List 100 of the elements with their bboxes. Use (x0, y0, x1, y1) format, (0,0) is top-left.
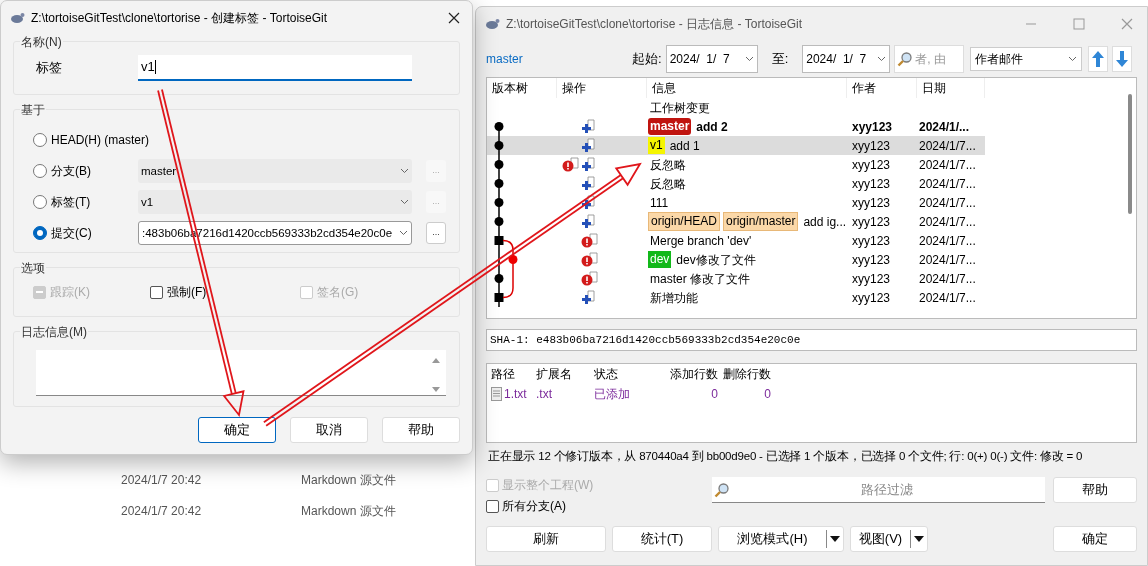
caret-icon (399, 229, 408, 236)
browse-button[interactable]: ... (426, 221, 446, 244)
file-type: Markdown 源文件 (301, 502, 396, 520)
author-cell-text: xyy123 (851, 270, 892, 288)
caret-icon (1068, 56, 1078, 62)
commit-message: add ig... (802, 213, 847, 231)
field-label: 标签 (36, 59, 63, 78)
branch-link[interactable]: master (486, 50, 632, 68)
column-header[interactable]: 扩展名 (532, 365, 590, 383)
commit-message: add 1 (668, 137, 700, 155)
window-title: Z:\tortoiseGitTest\clone\tortorise - 创建标签 - TortoiseGit (31, 10, 328, 27)
date-cell-text: 2024/1/... (918, 118, 971, 136)
caret-icon[interactable] (911, 535, 927, 543)
column-header[interactable]: 状态 (590, 365, 642, 383)
search-icon (714, 481, 730, 498)
group-label: 名称(N) (20, 33, 63, 51)
caret-icon (400, 198, 409, 205)
path-filter-field[interactable]: 路径过滤 (712, 477, 1045, 503)
column-header[interactable]: 路径 (487, 365, 532, 383)
radio-label: 分支(B) (51, 162, 91, 180)
added-lines: 0 (710, 386, 719, 403)
checkbox-label: 所有分支(A) (502, 498, 566, 515)
caret-icon (400, 167, 409, 174)
commit-message: dev修改了文件 (675, 251, 756, 269)
column-header[interactable]: 删除行数 (722, 365, 775, 383)
commit-message: Merge branch 'dev' (649, 232, 752, 250)
dialog-button[interactable]: 帮助 (382, 417, 460, 443)
checkbox-label: 显示整个工程(W) (502, 477, 594, 494)
date-picker[interactable]: 2024/ 1/ 7 (665, 45, 758, 73)
ok-button[interactable]: 确定 (1053, 526, 1137, 552)
file-date: 2024/1/7 20:42 (121, 471, 203, 489)
file-type: Markdown 源文件 (301, 471, 396, 489)
split-button[interactable]: 浏览模式(H) (718, 526, 844, 552)
toolbar-button[interactable]: 刷新 (486, 526, 606, 552)
author-cell-text: xyy123 (851, 175, 892, 193)
dialog-button[interactable]: 取消 (290, 417, 368, 443)
radio-button[interactable] (33, 163, 47, 178)
search-icon (897, 51, 914, 67)
status-text: 正在显示 12 个修订版本，从 870440a4 到 bb00d9e0 - 已选择 1 个版本，已选择 0 个文件; 行: 0(+) 0(-) 文件: 修改 = 0 (488, 449, 1083, 465)
commit-message: add 2 (695, 118, 728, 136)
radio-label: 提交(C) (51, 224, 92, 242)
author-cell-text: xyy123 (851, 194, 892, 212)
date-cell-text: 2024/1/7... (918, 137, 977, 155)
date-picker[interactable]: 2024/ 1/ 7 (802, 45, 891, 73)
date-cell-text: 2024/1/7... (918, 270, 977, 288)
radio-button[interactable] (33, 194, 47, 209)
ref-label: origin/HEAD (648, 212, 721, 231)
file-date: 2024/1/7 20:42 (121, 502, 203, 520)
radio-label: 标签(T) (51, 193, 91, 211)
file-extension: .txt (535, 386, 553, 403)
radio-label: HEAD(H) (master) (51, 131, 149, 149)
date-cell-text: 2024/1/7... (918, 156, 977, 174)
radio-button[interactable] (33, 132, 47, 147)
date-cell-text: 2024/1/7... (918, 251, 977, 269)
author-cell-text: xyy123 (851, 213, 892, 231)
dropdown[interactable]: 作者邮件 (970, 47, 1083, 71)
file-path[interactable]: 1.txt (504, 385, 527, 403)
ref-label: dev (648, 251, 672, 268)
to-label: 至: (771, 50, 789, 69)
help-button[interactable]: 帮助 (1053, 477, 1137, 503)
input-field[interactable]: v1 (138, 55, 412, 81)
caret-icon (744, 56, 754, 62)
maximize-icon[interactable] (1073, 18, 1085, 30)
group-label: 基于 (20, 101, 46, 119)
checkbox[interactable] (150, 285, 163, 299)
turtle-icon (484, 17, 500, 31)
caret-icon[interactable] (827, 535, 843, 543)
checkbox-label: 跟踪(K) (50, 284, 90, 301)
ref-label: v1 (648, 137, 665, 154)
commit-row[interactable]: v1 add 1 xyy123 2024/1/7... (487, 136, 985, 155)
file-status: 已添加 (593, 386, 631, 403)
close-icon[interactable] (448, 12, 460, 24)
split-button[interactable]: 视图(V) (850, 526, 928, 552)
author-cell-text: xyy123 (851, 232, 892, 250)
commit-message: master 修改了文件 (649, 270, 750, 288)
group-label: 选项 (20, 259, 46, 277)
from-label: 起始: (632, 50, 662, 69)
author-cell-text: xyy123 (851, 289, 892, 307)
author-cell-text: xyy123 (851, 156, 892, 174)
commit-message: 新增功能 (649, 289, 698, 307)
checkbox-label: 签名(G) (317, 284, 359, 301)
text-area[interactable] (36, 350, 446, 396)
dropdown[interactable]: master (138, 158, 412, 183)
ref-label: origin/master (723, 212, 799, 231)
window-title: Z:\tortoiseGitTest\clone\tortorise - 日志信息 - TortoiseGit (506, 16, 803, 33)
sha-field: SHA-1: e483b06ba7216d1420ccb569333b2cd354e20c0e (486, 329, 1137, 351)
date-cell-text: 2024/1/7... (918, 213, 977, 231)
ref-label: master (648, 118, 692, 135)
checkbox[interactable] (486, 499, 499, 513)
column-header[interactable]: 添加行数 (642, 365, 722, 383)
toolbar-button[interactable]: 统计(T) (612, 526, 712, 552)
up-arrow-button[interactable] (1088, 46, 1109, 72)
caret-icon (877, 56, 887, 62)
author-cell-text: xyy123 (851, 118, 894, 136)
radio-button[interactable] (33, 225, 47, 240)
commit-message: 反忽略 (649, 175, 686, 193)
dropdown[interactable]: v1 (138, 189, 412, 214)
down-arrow-button[interactable] (1112, 46, 1133, 72)
author-cell-text: xyy123 (851, 251, 892, 269)
dialog-button[interactable]: 确定 (198, 417, 276, 443)
